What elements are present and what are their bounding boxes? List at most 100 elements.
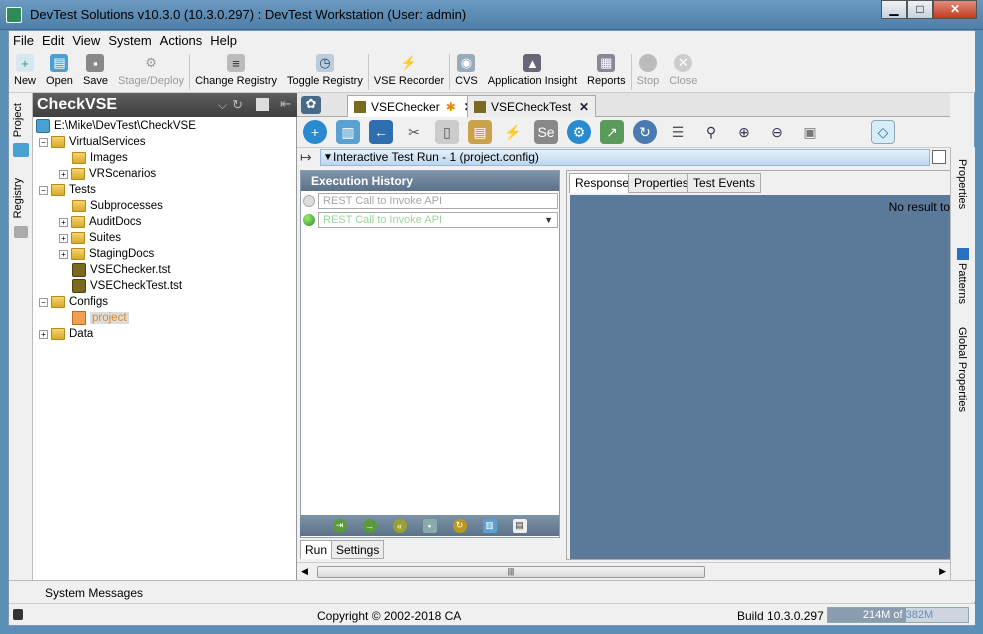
menu-system[interactable]: System [104, 31, 155, 51]
tree-tests[interactable]: − Tests [39, 182, 96, 198]
menu-edit[interactable]: Edit [38, 31, 68, 51]
scroll-right-icon[interactable]: ▶ [939, 566, 946, 577]
new-button[interactable]: + New [9, 51, 41, 87]
back-arrow-icon[interactable]: ← [369, 120, 393, 144]
maximize-panel-icon[interactable] [932, 150, 946, 164]
tab-properties-side[interactable]: Properties [956, 159, 968, 209]
rewind-icon[interactable]: « [392, 518, 407, 533]
tab-properties[interactable]: Properties [628, 173, 695, 193]
reports-button[interactable]: ▦ Reports [582, 51, 631, 87]
dashboard-icon[interactable]: ✿ [301, 96, 321, 114]
menu-actions[interactable]: Actions [156, 31, 207, 51]
paste-icon[interactable]: ▤ [468, 120, 492, 144]
search-icon[interactable]: ⚲ [699, 120, 723, 144]
tab-project[interactable]: Project [12, 103, 24, 137]
stop-button[interactable]: Stop [632, 51, 665, 87]
tab-settings[interactable]: Settings [331, 540, 385, 559]
expand-icon[interactable]: + [59, 217, 68, 227]
tab-response[interactable]: Response [569, 173, 636, 193]
tree-images[interactable]: Images [72, 150, 128, 166]
expand-icon[interactable]: + [39, 329, 48, 339]
tree-subprocesses[interactable]: Subprocesses [72, 198, 163, 214]
menu-help[interactable]: Help [206, 31, 241, 51]
expand-icon[interactable]: + [59, 233, 68, 243]
selenium-icon[interactable]: Se [534, 120, 558, 144]
tree-virtual-services[interactable]: − VirtualServices [39, 134, 146, 150]
collapse-icon[interactable]: − [39, 137, 48, 147]
vse-recorder-button[interactable]: ⚡ VSE Recorder [369, 51, 449, 87]
zoom-in-icon[interactable]: ⊕ [732, 120, 756, 144]
tree-configs[interactable]: − Configs [39, 294, 108, 310]
scroll-left-icon[interactable]: ◀ [301, 566, 308, 577]
cvs-button[interactable]: ◉ CVS [450, 51, 483, 87]
tab-vsechecktest[interactable]: VSECheckTest ✕ [467, 95, 597, 117]
itr-arrow-icon[interactable]: ↦ [300, 149, 312, 166]
package-icon[interactable]: ▣ [798, 120, 822, 144]
tree-stagingdocs[interactable]: + StagingDocs [59, 246, 154, 262]
maximize-button[interactable]: □ [907, 0, 933, 19]
tab-vsechecker[interactable]: VSEChecker ✱ ✕ [347, 95, 481, 117]
step-into-icon[interactable]: ⇥ [332, 518, 347, 533]
itr-header[interactable]: ▼ Interactive Test Run - 1 (project.conf… [320, 149, 930, 166]
close-tab-icon[interactable]: ✕ [579, 100, 589, 114]
refresh-icon[interactable]: ↻ [633, 120, 657, 144]
history-row[interactable]: REST Call to Invoke API ▼ [303, 211, 558, 228]
chevron-down-icon[interactable]: ⌵ [218, 98, 227, 113]
delete-icon[interactable]: ▥ [336, 120, 360, 144]
zoom-out-icon[interactable]: ⊖ [765, 120, 789, 144]
gear-icon[interactable]: ⚙ [567, 120, 591, 144]
application-insight-button[interactable]: ▲ Application Insight [483, 51, 582, 87]
tree-vsechecktest-tst[interactable]: VSECheckTest.tst [72, 278, 182, 294]
minimize-button[interactable]: ▁ [881, 0, 907, 19]
history-row[interactable]: REST Call to Invoke API [303, 192, 558, 209]
config-icon [72, 311, 86, 325]
save-button[interactable]: ▪ Save [78, 51, 113, 87]
tree-auditdocs[interactable]: + AuditDocs [59, 214, 141, 230]
menu-file[interactable]: File [9, 31, 38, 51]
restore-icon[interactable] [256, 98, 269, 111]
restart-icon[interactable]: ↻ [452, 518, 467, 533]
tree-data[interactable]: + Data [39, 326, 93, 342]
test-case-icon [72, 279, 86, 293]
scrollbar-thumb[interactable]: ||| [317, 566, 705, 578]
tree-root[interactable]: E:\Mike\DevTest\CheckVSE [36, 118, 196, 134]
close-window-button[interactable]: ✕ [933, 0, 977, 19]
cut-icon[interactable]: ✂ [402, 120, 426, 144]
horizontal-scrollbar[interactable]: ◀ ||| ▶ [297, 562, 950, 580]
tab-test-events[interactable]: Test Events [687, 173, 762, 193]
refresh-icon[interactable]: ↻ [232, 97, 243, 113]
export-icon[interactable]: ↗ [600, 120, 624, 144]
tree-vsechecker-tst[interactable]: VSEChecker.tst [72, 262, 171, 278]
open-button[interactable]: ▤ Open [41, 51, 78, 87]
tab-run[interactable]: Run [300, 540, 333, 559]
tab-global-properties[interactable]: Global Properties [956, 327, 968, 412]
clipboard-icon[interactable]: ▤ [512, 518, 527, 533]
collapse-icon[interactable]: − [39, 297, 48, 307]
tree-suites[interactable]: + Suites [59, 230, 121, 246]
history-step-dropdown[interactable]: REST Call to Invoke API ▼ [318, 211, 558, 228]
save-icon[interactable]: ▪ [422, 518, 437, 533]
xml-icon[interactable]: ◇ [871, 120, 895, 144]
copy-icon[interactable]: ▯ [435, 120, 459, 144]
close-toolbar-button[interactable]: ✕ Close [664, 51, 702, 87]
delete-icon[interactable]: ▥ [482, 518, 497, 533]
stage-deploy-button[interactable]: ⚙ Stage/Deploy [113, 51, 189, 87]
collapse-icon[interactable]: − [39, 185, 48, 195]
toggle-registry-button[interactable]: ◷ Toggle Registry [282, 51, 368, 87]
system-messages-label[interactable]: System Messages [45, 586, 143, 600]
add-step-icon[interactable]: + [303, 120, 327, 144]
change-registry-button[interactable]: ≡ Change Registry [190, 51, 282, 87]
expand-icon[interactable]: + [59, 169, 68, 179]
list-icon[interactable]: ☰ [666, 120, 690, 144]
lightning-icon[interactable]: ⚡ [501, 120, 525, 144]
menu-view[interactable]: View [68, 31, 104, 51]
tree-vrscenarios[interactable]: + VRScenarios [59, 166, 156, 182]
memory-indicator[interactable]: 214M of 382M [827, 607, 969, 623]
cvs-label: CVS [455, 75, 478, 87]
expand-icon[interactable]: + [59, 249, 68, 259]
run-next-icon[interactable]: → [362, 518, 377, 533]
tree-project-config[interactable]: project [72, 310, 129, 326]
collapse-panel-icon[interactable]: ⇤ [280, 96, 291, 112]
tab-patterns[interactable]: Patterns [956, 263, 968, 304]
tab-registry[interactable]: Registry [12, 178, 24, 218]
